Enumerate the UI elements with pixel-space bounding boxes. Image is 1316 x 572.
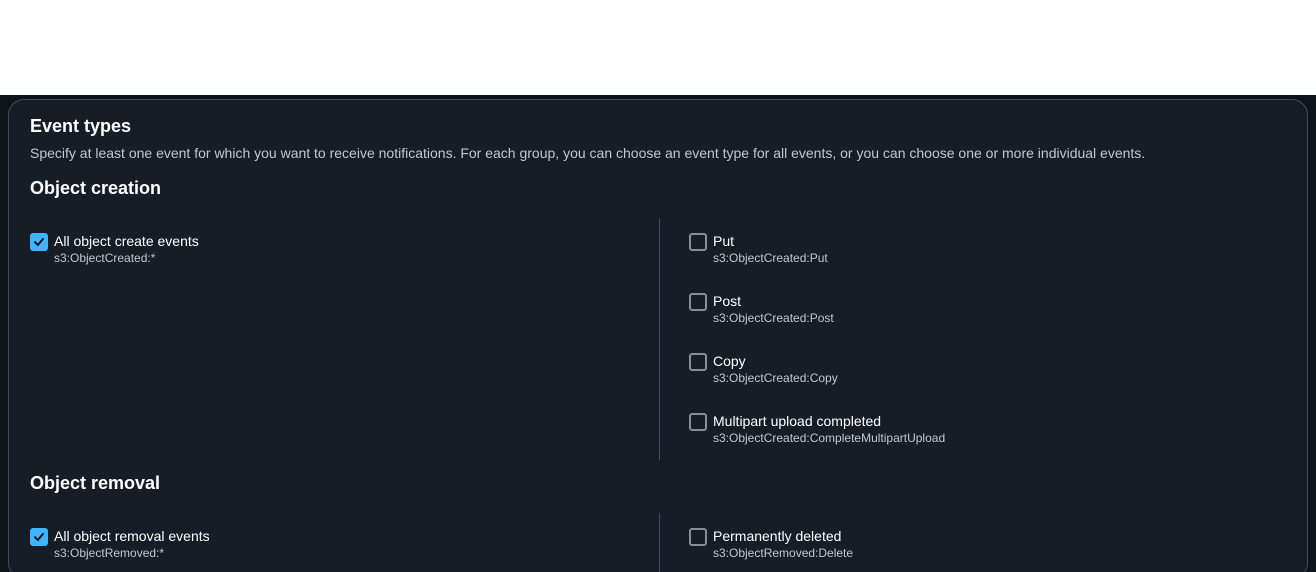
top-blank-area: [0, 0, 1316, 95]
option-label: Copy: [713, 353, 746, 369]
page: Event types Specify at least one event f…: [0, 0, 1316, 572]
option-label: Put: [713, 233, 735, 249]
option-label: Multipart upload completed: [713, 413, 882, 429]
checkbox-unchecked[interactable]: [689, 528, 707, 546]
panel-description: Specify at least one event for which you…: [30, 145, 1146, 161]
option-event-code: s3:ObjectCreated:Put: [713, 251, 828, 265]
checkmark-icon: [34, 533, 44, 541]
option-event-code: s3:ObjectCreated:Post: [713, 311, 834, 325]
option-event-code: s3:ObjectCreated:Copy: [713, 371, 838, 385]
option-label: Post: [713, 293, 742, 309]
panel-title: Event types: [30, 116, 132, 136]
checkbox-unchecked[interactable]: [689, 233, 707, 251]
option-event-code: s3:ObjectCreated:*: [54, 251, 156, 265]
option-event-code: s3:ObjectRemoved:Delete: [713, 546, 854, 560]
option-label: All object removal events: [54, 528, 210, 544]
option-event-code: s3:ObjectCreated:CompleteMultipartUpload: [713, 431, 946, 445]
checkbox-checked[interactable]: [30, 233, 48, 251]
checkbox-unchecked[interactable]: [689, 413, 707, 431]
column-divider: [659, 513, 660, 572]
checkbox-unchecked[interactable]: [689, 293, 707, 311]
column-divider: [659, 218, 660, 460]
group-title-object-creation: Object creation: [30, 178, 162, 198]
option-event-code: s3:ObjectRemoved:*: [54, 546, 165, 560]
event-types-panel: Event types Specify at least one event f…: [8, 99, 1308, 572]
checkbox-unchecked[interactable]: [689, 353, 707, 371]
option-label: Permanently deleted: [713, 528, 842, 544]
checkbox-checked[interactable]: [30, 528, 48, 546]
option-label: All object create events: [54, 233, 199, 249]
checkmark-icon: [34, 238, 44, 246]
group-title-object-removal: Object removal: [30, 473, 161, 493]
